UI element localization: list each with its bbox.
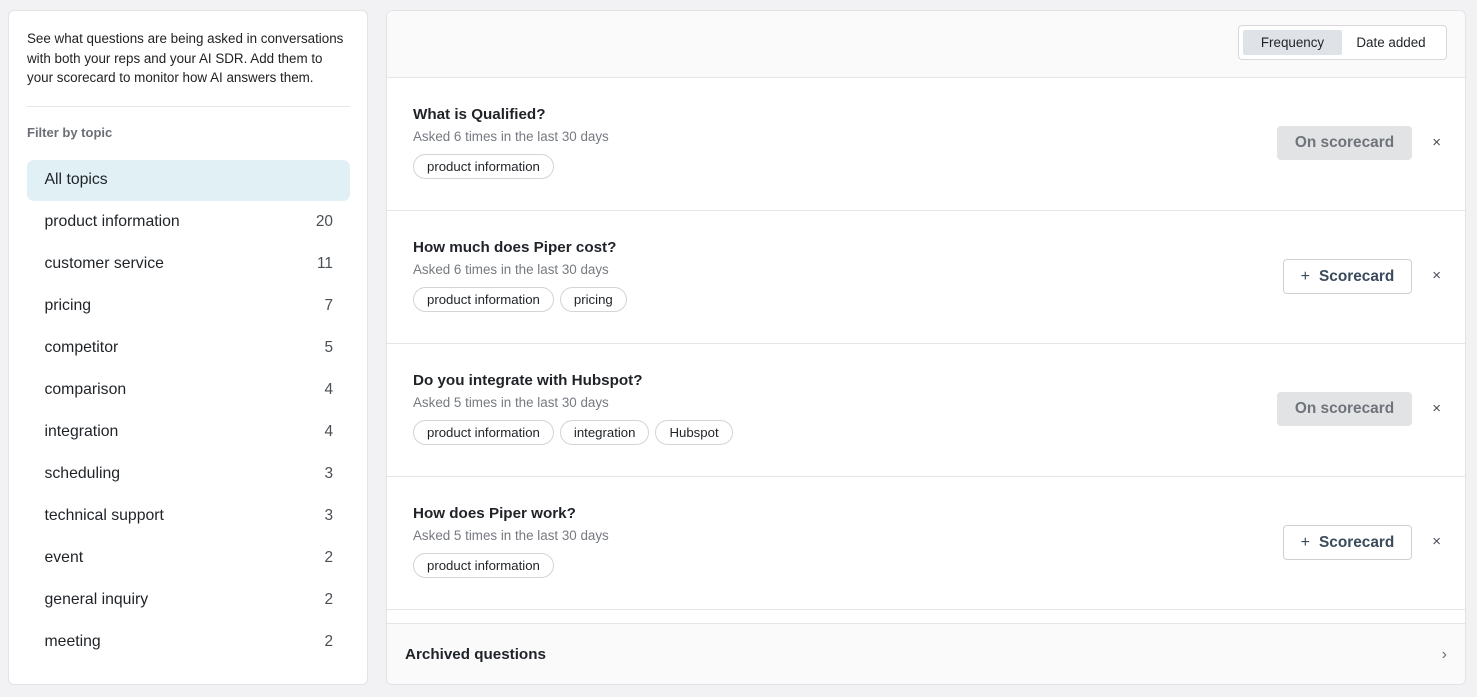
add-to-scorecard-button[interactable]: + Scorecard [1283,259,1412,294]
topic-count: 5 [324,339,333,357]
close-icon[interactable]: × [1432,400,1441,418]
topic-tag: product information [413,154,554,179]
topic-count: 11 [317,255,333,273]
topic-label: technical support [44,507,164,525]
topic-count: 7 [324,297,333,315]
on-scorecard-button[interactable]: On scorecard [1277,126,1412,160]
topic-label: customer service [44,255,164,273]
on-scorecard-button[interactable]: On scorecard [1277,392,1412,426]
chevron-right-icon: › [1441,645,1447,663]
plus-icon: + [1300,267,1311,285]
topic-customer-service[interactable]: customer service 11 [27,244,350,285]
question-title: How does Piper work? [413,505,576,522]
sort-toggle: Frequency Date added [1238,25,1447,60]
topic-count: 4 [324,381,333,399]
intro-text: See what questions are being asked in co… [27,31,344,86]
topic-pricing[interactable]: pricing 7 [27,286,350,327]
question-title: What is Qualified? [413,106,546,123]
close-icon[interactable]: × [1432,267,1441,285]
topic-general-inquiry[interactable]: general inquiry 2 [27,580,350,621]
toolbar: Frequency Date added [387,11,1465,78]
topic-integration[interactable]: integration 4 [27,412,350,453]
divider [27,105,350,107]
question-row: What is Qualified? Asked 6 times in the … [387,78,1465,211]
topic-label: All topics [44,171,108,189]
topic-count: 2 [324,549,333,567]
topic-label: competitor [44,339,119,357]
topic-count: 2 [324,591,333,609]
close-icon[interactable]: × [1432,134,1441,152]
topic-event[interactable]: event 2 [27,538,350,579]
topic-count: 3 [324,465,333,483]
topic-label: event [44,549,84,567]
topic-count: 20 [315,213,333,231]
topic-tag: pricing [559,287,627,312]
topic-label: integration [44,423,119,441]
question-row: How does Piper work? Asked 5 times in th… [387,477,1465,610]
question-title: Do you integrate with Hubspot? [413,372,643,389]
topic-label: general inquiry [44,591,149,609]
add-to-scorecard-button[interactable]: + Scorecard [1283,525,1412,560]
archived-questions-label: Archived questions [405,646,546,663]
topic-count: 3 [324,507,333,525]
archived-questions-toggle[interactable]: Archived questions › [387,624,1465,684]
topic-label: comparison [44,381,127,399]
sort-date-added-button[interactable]: Date added [1342,30,1440,55]
topic-tag: product information [413,287,554,312]
topic-tag: product information [413,420,554,445]
list-end-spacer [387,610,1465,624]
topic-label: meeting [44,633,101,651]
topic-label: scheduling [44,465,121,483]
question-row: Do you integrate with Hubspot? Asked 5 t… [387,344,1465,477]
topic-tag: product information [413,553,554,578]
topic-count: 4 [324,423,333,441]
topic-list: All topics product information 20 custom… [27,159,350,663]
topic-label: product information [44,213,180,231]
topic-competitor[interactable]: competitor 5 [27,328,350,369]
topic-technical-support[interactable]: technical support 3 [27,496,350,537]
add-scorecard-label: Scorecard [1319,533,1395,551]
topic-tag: Hubspot [655,420,733,445]
topic-scheduling[interactable]: scheduling 3 [27,454,350,495]
add-scorecard-label: Scorecard [1319,267,1395,285]
filter-heading: Filter by topic [27,124,113,140]
topic-label: pricing [44,297,92,315]
topic-meeting[interactable]: meeting 2 [27,622,350,663]
topic-count: 2 [324,633,333,651]
topic-tag: integration [559,420,650,445]
plus-icon: + [1300,533,1311,551]
topic-comparison[interactable]: comparison 4 [27,370,350,411]
question-row: How much does Piper cost? Asked 6 times … [387,211,1465,344]
sort-frequency-button[interactable]: Frequency [1243,30,1342,55]
question-title: How much does Piper cost? [413,239,617,256]
topic-all-topics[interactable]: All topics [27,159,350,201]
sidebar: See what questions are being asked in co… [8,10,368,685]
topic-product-information[interactable]: product information 20 [27,202,350,243]
close-icon[interactable]: × [1432,533,1441,551]
questions-panel: Frequency Date added What is Qualified? … [386,10,1466,685]
